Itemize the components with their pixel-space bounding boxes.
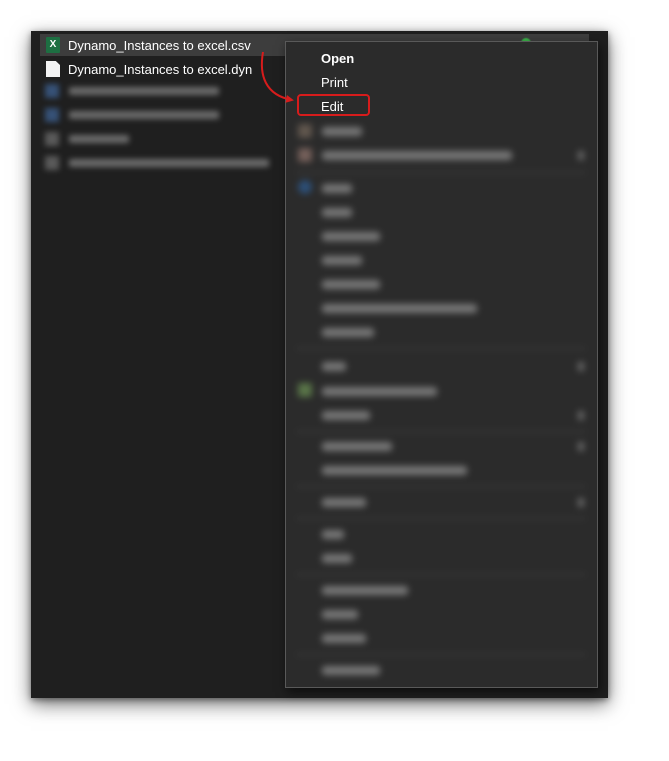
blurred-file-row bbox=[45, 84, 219, 98]
excel-csv-icon bbox=[46, 37, 60, 53]
file-row-dyn[interactable]: Dynamo_Instances to excel.dyn bbox=[41, 58, 252, 80]
file-name-csv: Dynamo_Instances to excel.csv bbox=[68, 37, 251, 53]
blurred-file-row bbox=[45, 108, 219, 122]
menu-item-print[interactable]: Print bbox=[321, 74, 348, 92]
file-name-dyn: Dynamo_Instances to excel.dyn bbox=[68, 61, 253, 77]
document-icon bbox=[46, 61, 60, 77]
context-menu: Open Print Edit bbox=[285, 41, 598, 688]
blurred-menu-items bbox=[286, 122, 597, 687]
blurred-file-row bbox=[45, 132, 129, 146]
menu-item-open[interactable]: Open bbox=[321, 50, 354, 68]
menu-item-edit[interactable]: Edit bbox=[321, 98, 343, 116]
blurred-file-row bbox=[45, 156, 269, 170]
